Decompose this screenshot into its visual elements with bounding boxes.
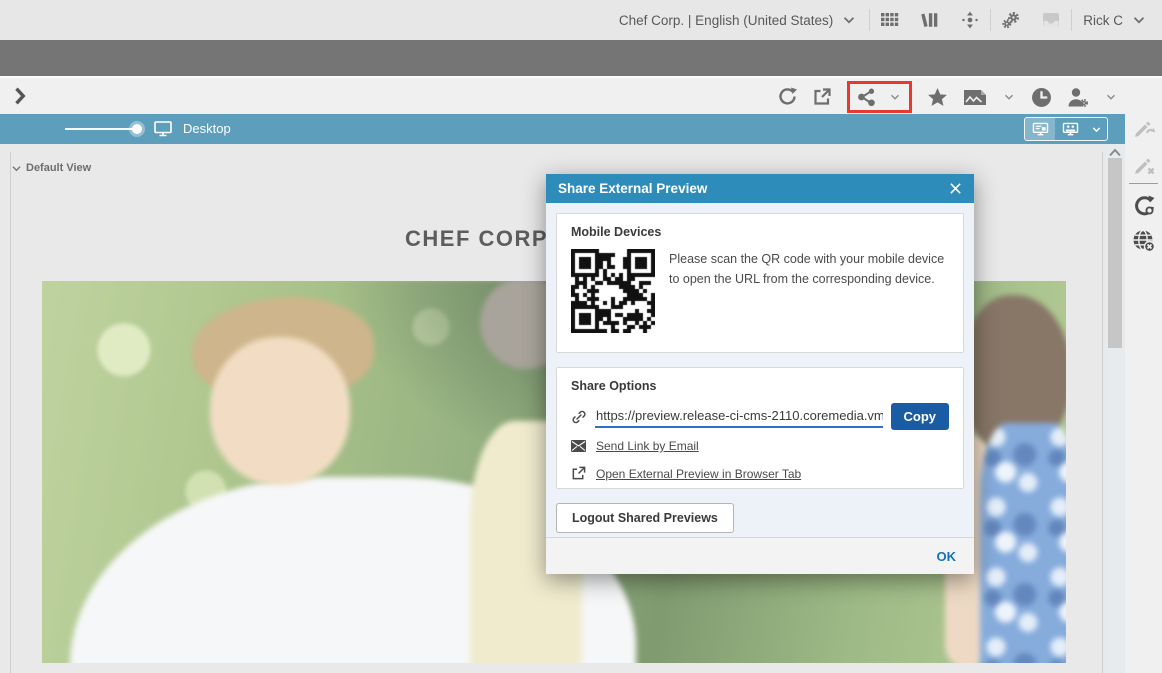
top-bar: Chef Corp. | English (United States) bbox=[0, 0, 1162, 40]
monitor-resize-icon bbox=[1062, 122, 1079, 137]
chevron-down-icon bbox=[840, 11, 858, 29]
user-variants-button[interactable] bbox=[1067, 87, 1089, 108]
close-button[interactable] bbox=[949, 182, 962, 195]
desktop-view-button[interactable] bbox=[1025, 117, 1055, 141]
bookmark-button[interactable] bbox=[927, 87, 948, 108]
picture-icon bbox=[963, 88, 987, 107]
open-in-new-window-button[interactable] bbox=[812, 87, 832, 107]
external-link-icon bbox=[571, 466, 587, 481]
edit-delete-button-disabled[interactable] bbox=[1132, 154, 1156, 178]
refresh-workflow-button[interactable] bbox=[1132, 194, 1156, 218]
inbox-tray-icon bbox=[1042, 11, 1060, 29]
preview-image-menu-arrow[interactable] bbox=[1002, 90, 1016, 104]
pan-mode-button[interactable] bbox=[950, 0, 990, 40]
open-in-new-window-icon bbox=[812, 87, 832, 107]
chevron-down-icon bbox=[1002, 90, 1016, 104]
chevron-down-icon bbox=[1104, 90, 1118, 104]
qr-instruction-text: Please scan the QR code with your mobile… bbox=[669, 249, 949, 333]
copy-button[interactable]: Copy bbox=[891, 403, 950, 430]
user-menu[interactable]: Rick C bbox=[1072, 0, 1162, 40]
preview-toolbar bbox=[0, 76, 1162, 114]
user-variants-menu-arrow[interactable] bbox=[1104, 90, 1118, 104]
person-settings-icon bbox=[1067, 87, 1089, 108]
share-options-section: Share Options Copy Send Link by Email bbox=[556, 367, 964, 489]
header-bar bbox=[0, 40, 1162, 76]
open-external-preview-link[interactable]: Open External Preview in Browser Tab bbox=[596, 467, 801, 481]
email-icon bbox=[571, 440, 587, 452]
send-link-by-email-link[interactable]: Send Link by Email bbox=[596, 439, 699, 453]
pan-move-icon bbox=[961, 11, 979, 29]
preview-side-toolbar bbox=[1125, 108, 1162, 673]
globe-x-icon bbox=[1132, 229, 1156, 253]
sync-circle-icon bbox=[1132, 194, 1156, 218]
expand-panel-button[interactable] bbox=[12, 87, 30, 105]
default-view-toggle[interactable]: Default View bbox=[12, 162, 91, 174]
share-preview-button[interactable] bbox=[857, 87, 877, 107]
apps-menu-button[interactable] bbox=[870, 0, 910, 40]
coremedia-studio-preview-window: Chef Corp. | English (United States) bbox=[0, 0, 1162, 673]
apps-grid-icon bbox=[881, 11, 899, 29]
site-locale-label: Chef Corp. | English (United States) bbox=[619, 13, 833, 28]
preview-scrollbar[interactable] bbox=[1106, 144, 1124, 673]
device-width-slider[interactable] bbox=[65, 128, 140, 130]
chevron-down-icon bbox=[888, 90, 902, 104]
edit-redo-button-disabled[interactable] bbox=[1132, 117, 1156, 141]
site-locale-selector[interactable]: Chef Corp. | English (United States) bbox=[608, 0, 869, 40]
mobile-devices-title: Mobile Devices bbox=[571, 225, 949, 239]
preview-mode-menu-arrow[interactable] bbox=[1085, 117, 1107, 141]
mobile-devices-section: Mobile Devices Please scan the QR code w… bbox=[556, 213, 964, 353]
monitor-content-icon bbox=[1032, 122, 1049, 137]
logout-shared-previews-button[interactable]: Logout Shared Previews bbox=[556, 503, 734, 533]
chevron-down-icon bbox=[1130, 11, 1148, 29]
scrollbar-thumb[interactable] bbox=[1108, 158, 1122, 348]
divider bbox=[1129, 183, 1158, 184]
chevron-right-icon bbox=[12, 87, 30, 105]
preview-image-button[interactable] bbox=[963, 88, 987, 107]
desktop-monitor-icon bbox=[154, 121, 172, 137]
share-external-preview-dialog: Share External Preview Mobile Devices Pl… bbox=[546, 174, 974, 574]
ok-button[interactable]: OK bbox=[937, 549, 957, 564]
library-button[interactable] bbox=[910, 0, 950, 40]
pencil-arrow-icon bbox=[1132, 117, 1156, 141]
device-slider-bar: Desktop bbox=[0, 114, 1125, 144]
chevron-up-icon[interactable] bbox=[1109, 148, 1121, 157]
share-button-highlight bbox=[847, 81, 912, 113]
unpublish-site-button[interactable] bbox=[1132, 229, 1156, 253]
responsive-view-button[interactable] bbox=[1055, 117, 1085, 141]
star-icon bbox=[927, 87, 948, 108]
slider-knob[interactable] bbox=[132, 124, 142, 134]
reload-icon bbox=[777, 87, 797, 107]
dialog-header[interactable]: Share External Preview bbox=[546, 174, 974, 203]
share-menu-arrow[interactable] bbox=[888, 90, 902, 104]
user-name-label: Rick C bbox=[1083, 13, 1123, 28]
preview-mode-toggle bbox=[1024, 117, 1108, 141]
share-icon bbox=[857, 87, 877, 107]
qr-code-image bbox=[571, 249, 655, 333]
library-books-icon bbox=[921, 11, 939, 29]
gears-icon bbox=[1002, 11, 1020, 29]
chevron-down-icon bbox=[12, 165, 21, 172]
chevron-down-icon bbox=[1090, 123, 1103, 136]
reload-preview-button[interactable] bbox=[777, 87, 797, 107]
dialog-footer: OK bbox=[546, 537, 974, 574]
close-icon bbox=[949, 182, 962, 195]
inbox-button[interactable] bbox=[1031, 0, 1071, 40]
dialog-title: Share External Preview bbox=[558, 181, 949, 196]
link-icon bbox=[571, 409, 587, 425]
time-travel-button[interactable] bbox=[1031, 87, 1052, 108]
default-view-label: Default View bbox=[26, 162, 91, 174]
share-options-title: Share Options bbox=[571, 379, 949, 393]
clock-icon bbox=[1031, 87, 1052, 108]
admin-tools-button[interactable] bbox=[991, 0, 1031, 40]
share-url-input[interactable] bbox=[595, 405, 883, 428]
pencil-x-icon bbox=[1132, 154, 1156, 178]
device-label: Desktop bbox=[183, 121, 231, 136]
